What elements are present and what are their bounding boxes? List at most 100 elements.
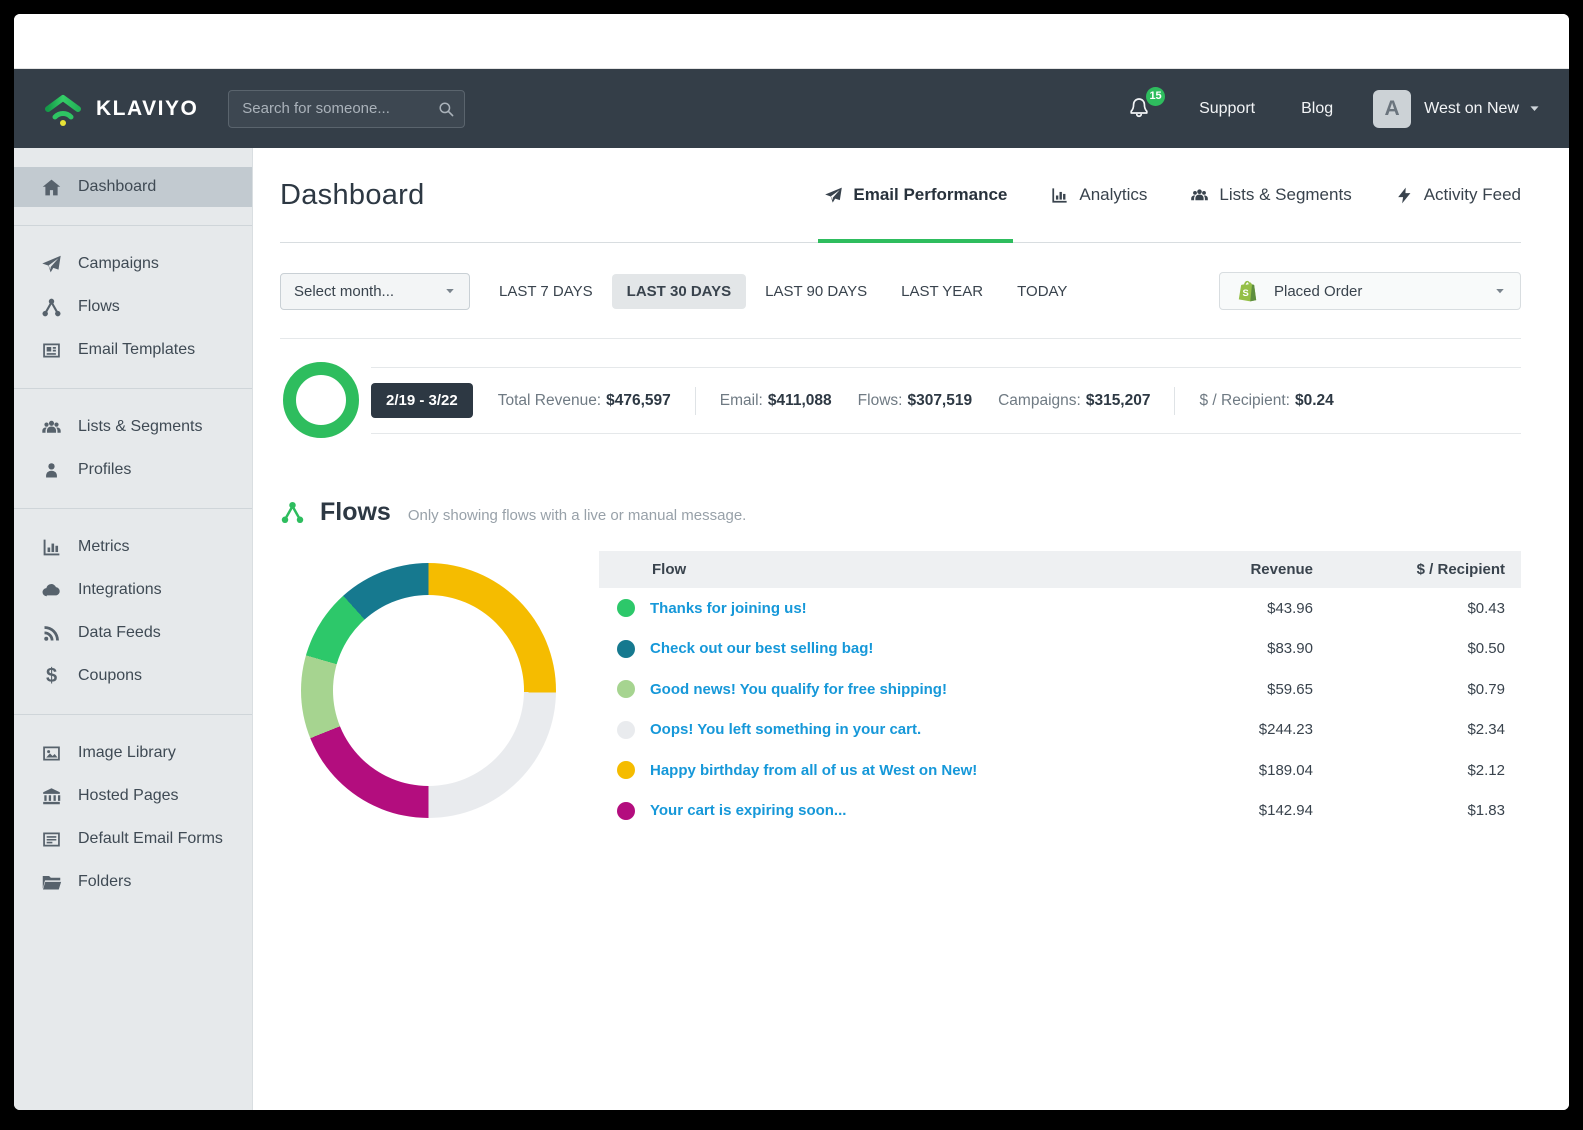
range-button-today[interactable]: TODAY [1002, 274, 1082, 309]
dollar-icon: $ [45, 664, 58, 687]
sidebar-item-label: Image Library [78, 744, 176, 761]
tab-lists-segments[interactable]: Lists & Segments [1190, 148, 1352, 242]
paper-plane-icon [41, 254, 62, 275]
range-button-last-30-days[interactable]: LAST 30 DAYS [611, 273, 747, 309]
sidebar-item-label: Profiles [78, 461, 132, 478]
metric-select[interactable]: S Placed Order [1219, 272, 1521, 310]
filter-bar: Select month... LAST 7 DAYS LAST 30 DAYS L… [280, 272, 1521, 310]
bar-chart-icon [1050, 186, 1069, 205]
flow-color-dot [617, 761, 635, 780]
summary-row: 2/19 - 3/22 Total Revenue: $476,597 Email:… [371, 367, 1521, 434]
sidebar-item-label: Data Feeds [78, 624, 161, 641]
sidebar-divider [14, 508, 252, 509]
tab-email-performance[interactable]: Email Performance [818, 148, 1014, 243]
notifications-button[interactable]: 15 [1127, 86, 1166, 123]
shopify-icon: S [1234, 279, 1259, 304]
sidebar-item-coupons[interactable]: $ Coupons [14, 656, 252, 696]
tab-label: Activity Feed [1423, 185, 1521, 204]
blog-link[interactable]: Blog [1301, 100, 1333, 118]
summary-stat: $ / Recipient: $0.24 [1199, 391, 1334, 409]
table-row: Your cart is expiring soon... $142.94 $1.8… [599, 791, 1521, 832]
summary-ring-chart [283, 362, 359, 438]
browser-chrome [14, 14, 1569, 69]
summary-stat: Total Revenue: $476,597 [497, 391, 671, 409]
sidebar-item-default-email-forms[interactable]: Default Email Forms [14, 819, 252, 859]
sidebar-item-flows[interactable]: Flows [14, 287, 252, 327]
sidebar-item-label: Email Templates [78, 341, 196, 358]
sidebar-item-email-templates[interactable]: Email Templates [14, 330, 252, 370]
sidebar-item-integrations[interactable]: Integrations [14, 570, 252, 610]
paper-plane-icon [824, 186, 843, 205]
stat-divider [694, 386, 696, 415]
sidebar-item-label: Metrics [78, 538, 130, 555]
sidebar-item-label: Campaigns [78, 255, 159, 272]
sidebar-item-profiles[interactable]: Profiles [14, 450, 252, 490]
template-icon [41, 340, 62, 361]
rss-icon [41, 623, 62, 644]
metric-select-value: Placed Order [1274, 282, 1363, 300]
summary-stat: Campaigns: $315,207 [998, 391, 1151, 409]
lightning-icon [1395, 186, 1414, 205]
folder-icon [41, 872, 62, 893]
flow-revenue: $189.04 [1258, 761, 1313, 779]
sidebar-item-metrics[interactable]: Metrics [14, 527, 252, 567]
bar-chart-icon [41, 537, 62, 558]
people-icon [1190, 186, 1209, 205]
person-icon [41, 460, 62, 481]
flow-link[interactable]: Oops! You left something in your cart. [650, 721, 921, 738]
sidebar-item-data-feeds[interactable]: Data Feeds [14, 613, 252, 653]
sidebar-item-image-library[interactable]: Image Library [14, 733, 252, 773]
tab-label: Lists & Segments [1219, 185, 1352, 204]
sidebar-item-label: Hosted Pages [78, 787, 179, 804]
home-icon [41, 177, 62, 198]
flow-revenue: $142.94 [1258, 802, 1313, 820]
flow-link[interactable]: Check out our best selling bag! [650, 640, 873, 657]
summary-stat: Email: $411,088 [719, 391, 832, 409]
sidebar-item-label: Flows [78, 298, 120, 315]
sidebar-item-lists-segments[interactable]: Lists & Segments [14, 407, 252, 447]
flows-table-header: Flow Revenue $ / Recipient [599, 551, 1521, 588]
flow-per-recipient: $0.43 [1467, 599, 1505, 617]
flows-donut-chart [280, 551, 582, 831]
search-icon [437, 100, 455, 118]
sidebar-item-label: Folders [78, 873, 132, 890]
month-select[interactable]: Select month... [280, 272, 470, 310]
divider [280, 338, 1521, 339]
flow-color-dot [617, 599, 635, 618]
klaviyo-logo[interactable]: KLAVIYO [42, 91, 198, 127]
flow-link[interactable]: Thanks for joining us! [650, 600, 807, 617]
support-link[interactable]: Support [1199, 100, 1255, 118]
flow-icon [41, 297, 62, 318]
account-menu[interactable]: A West on New [1373, 89, 1541, 128]
tab-analytics[interactable]: Analytics [1050, 148, 1147, 242]
range-button-last-7-days[interactable]: LAST 7 DAYS [484, 274, 608, 309]
sidebar-item-dashboard[interactable]: Dashboard [14, 167, 252, 207]
flow-link[interactable]: Good news! You qualify for free shipping… [650, 681, 947, 698]
sidebar-item-campaigns[interactable]: Campaigns [14, 244, 252, 284]
flow-color-dot [617, 720, 635, 739]
topnav-right: 15 Support Blog A West on New [1127, 86, 1541, 128]
flow-revenue: $59.65 [1267, 680, 1313, 698]
flow-link[interactable]: Happy birthday from all of us at West on… [650, 762, 977, 779]
sidebar-item-hosted-pages[interactable]: Hosted Pages [14, 776, 252, 816]
flow-link[interactable]: Your cart is expiring soon... [650, 802, 846, 819]
range-button-last-90-days[interactable]: LAST 90 DAYS [750, 274, 882, 309]
date-range-badge: 2/19 - 3/22 [371, 383, 473, 418]
range-button-last-year[interactable]: LAST YEAR [886, 274, 998, 309]
column-header: $ / Recipient [1416, 561, 1505, 578]
sidebar-divider [14, 388, 252, 389]
search-box [228, 89, 466, 128]
svg-text:S: S [1243, 288, 1249, 298]
chevron-down-icon [1494, 285, 1506, 297]
tab-activity-feed[interactable]: Activity Feed [1395, 148, 1521, 242]
stat-divider [1174, 386, 1176, 415]
flows-title: Flows [320, 498, 391, 526]
flows-table-rows: Thanks for joining us! $43.96 $0.43 Check o… [599, 588, 1521, 831]
main-content: Dashboard Email Performance Analytics List… [253, 148, 1569, 1110]
sidebar-item-folders[interactable]: Folders [14, 862, 252, 902]
sidebar-item-label: Lists & Segments [78, 418, 203, 435]
search-input[interactable] [228, 89, 466, 128]
flow-revenue: $83.90 [1267, 640, 1313, 658]
chevron-down-icon [1528, 102, 1541, 115]
flow-color-dot [617, 801, 635, 820]
